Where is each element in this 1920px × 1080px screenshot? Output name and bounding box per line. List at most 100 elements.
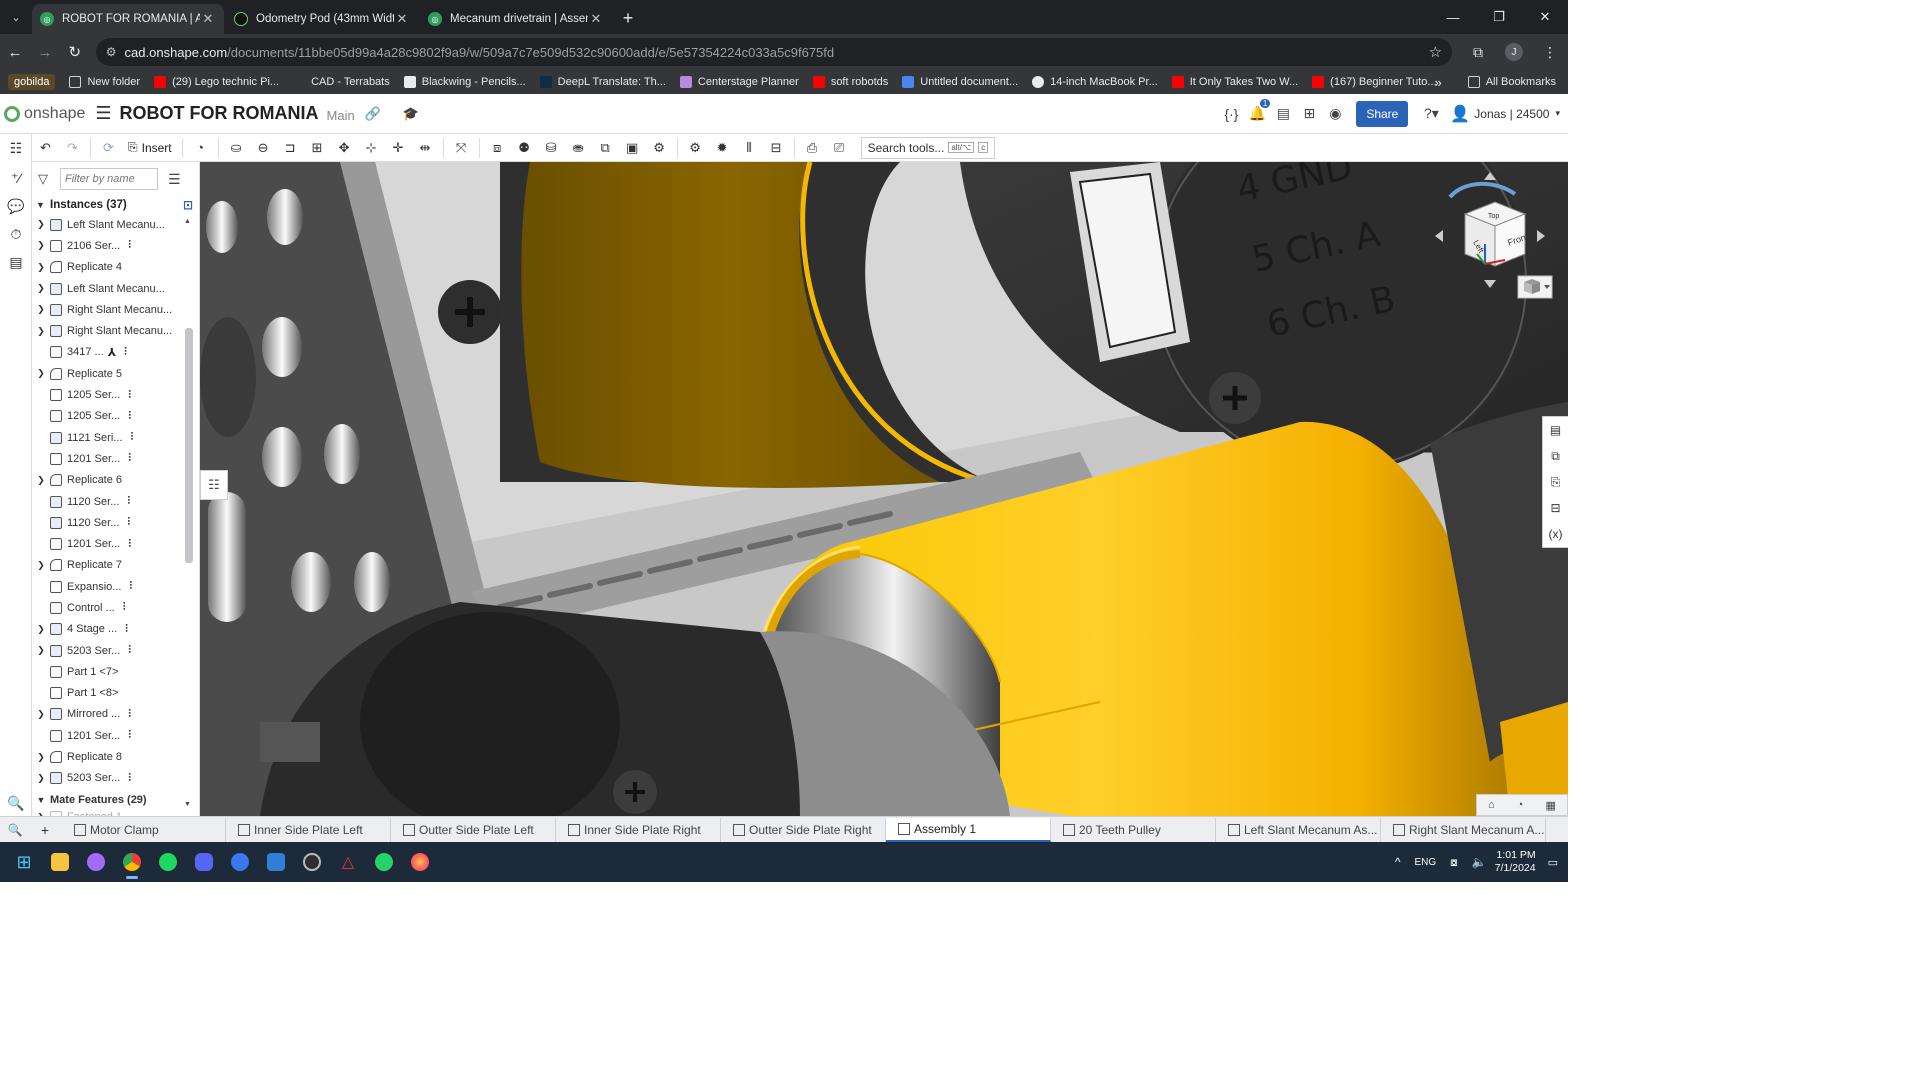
expand-chevron-icon[interactable]: ❯ — [32, 283, 50, 294]
linear-relation-icon[interactable]: ▣ — [619, 137, 646, 159]
measure-icon[interactable]: ▦ — [1546, 799, 1556, 812]
tree-row[interactable]: ❯ Left Slant Mecanu... — [32, 214, 184, 235]
rack-pinion-icon[interactable]: ⛂ — [565, 137, 592, 159]
close-icon[interactable]: ✕ — [394, 11, 410, 27]
tree-row[interactable]: 1120 Ser... ⫶ — [32, 491, 184, 512]
section-icon[interactable]: ◔ — [1517, 799, 1524, 811]
tree-row[interactable]: ❯ Replicate 8 — [32, 746, 184, 767]
tangent-mate-icon[interactable]: ⤧ — [448, 137, 475, 159]
search-tools-field[interactable]: Search tools... alt/⌥ c — [860, 136, 996, 159]
code-braces-icon[interactable]: {·} — [1218, 106, 1244, 122]
new-tab-button[interactable]: + — [614, 4, 642, 32]
expand-chevron-icon[interactable]: ❯ — [32, 262, 50, 273]
expand-chevron-icon[interactable]: ❯ — [32, 368, 50, 379]
browser-tab-mecanum-drivetrain[interactable]: ◎ Mecanum drivetrain | Assembly ✕ — [420, 4, 612, 34]
tree-row[interactable]: ❯ 4 Stage ... ⫶ — [32, 619, 184, 640]
app-store-icon[interactable]: ⊞ — [1296, 105, 1322, 122]
scroll-up-icon[interactable]: ▲ — [184, 218, 191, 225]
document-list-icon[interactable]: ▤ — [1270, 105, 1296, 122]
forward-button[interactable]: → — [30, 37, 60, 67]
obs-icon[interactable] — [294, 844, 330, 880]
linear-pattern-icon[interactable]: ⦀ — [736, 137, 763, 159]
messenger-icon[interactable] — [78, 844, 114, 880]
mate-connector-icon[interactable]: ⚉ — [511, 137, 538, 159]
spotify-icon[interactable] — [150, 844, 186, 880]
bookmark-item[interactable]: It Only Takes Two W... — [1171, 76, 1298, 88]
revolute-mate-icon[interactable]: ⊖ — [250, 137, 277, 159]
tree-row[interactable]: ❯ Mirrored ... ⫶ — [32, 704, 184, 725]
view-options-button[interactable] — [1517, 275, 1553, 299]
insert-button[interactable]: ⎘ Insert — [122, 140, 178, 155]
all-bookmarks-folder[interactable]: All Bookmarks — [1467, 76, 1556, 88]
expand-chevron-icon[interactable]: ❯ — [32, 304, 50, 315]
circular-pattern-icon[interactable]: ⊟ — [763, 137, 790, 159]
redo-icon[interactable]: ↷ — [59, 137, 86, 159]
tree-row[interactable]: 1201 Ser... ⫶ — [32, 448, 184, 469]
undo-icon[interactable]: ↶ — [32, 137, 59, 159]
autodesk-icon[interactable]: △ — [330, 844, 366, 880]
tree-row[interactable]: ❯ 2106 Ser... ⫶ — [32, 235, 184, 256]
expand-chevron-icon[interactable]: ❯ — [32, 240, 50, 251]
profile-avatar[interactable]: J — [1496, 37, 1532, 67]
list-view-icon[interactable]: ☰ — [168, 171, 181, 188]
tree-row[interactable]: Part 1 <8> — [32, 683, 184, 704]
bookmark-item[interactable]: CAD - Terrabats — [293, 76, 390, 88]
document-tab[interactable]: Inner Side Plate Right — [556, 817, 721, 842]
tree-row[interactable]: ❯ Right Slant Mecanu... — [32, 299, 184, 320]
minimize-icon[interactable]: — — [1430, 0, 1476, 34]
configurations-icon[interactable]: ⧉ — [1543, 443, 1568, 469]
list-flyout-button[interactable]: ☷ — [200, 470, 228, 500]
tree-row[interactable]: ❯ Replicate 6 — [32, 470, 184, 491]
mate-features-header[interactable]: ▼ Mate Features (29) — [32, 789, 184, 810]
chrome-icon[interactable] — [114, 844, 150, 880]
regenerate-icon[interactable]: ⟳ — [95, 137, 122, 159]
bookmark-item[interactable]: (167) Beginner Tuto... — [1312, 76, 1437, 88]
extensions-icon[interactable]: ⧉ — [1460, 37, 1496, 67]
bookmark-item[interactable]: soft robotds — [812, 76, 888, 88]
screw-relation-icon[interactable]: ⧉ — [592, 137, 619, 159]
search-zoom-icon[interactable]: 🔍 — [0, 789, 32, 817]
clock[interactable]: 1:01 PM 7/1/2024 — [1495, 849, 1536, 875]
url-field[interactable]: ⚙ cad.onshape.com /documents/11bbe05d99a… — [95, 38, 1453, 66]
tree-row[interactable]: Part 1 <7> — [32, 661, 184, 682]
group-icon[interactable]: ⧈ — [484, 137, 511, 159]
tree-row[interactable]: ❯ Left Slant Mecanu... — [32, 278, 184, 299]
named-views-icon[interactable]: ⌂ — [1488, 799, 1495, 811]
chevron-up-icon[interactable]: ^ — [1395, 855, 1401, 869]
tab-manager-icon[interactable]: 🔍 — [0, 823, 30, 837]
expand-chevron-icon[interactable]: ❯ — [32, 560, 50, 571]
language-indicator[interactable]: ENG — [1414, 857, 1436, 868]
close-window-icon[interactable]: ✕ — [1522, 0, 1568, 34]
cylindrical-mate-icon[interactable]: ✥ — [331, 137, 358, 159]
share-button[interactable]: Share — [1356, 100, 1409, 127]
appearance-panel-icon[interactable]: ▤ — [1543, 417, 1568, 443]
close-icon[interactable]: ✕ — [588, 11, 604, 27]
user-menu[interactable]: 👤 Jonas | 24500 ▾ — [1450, 104, 1560, 124]
planar-mate-icon[interactable]: ⊞ — [304, 137, 331, 159]
expand-chevron-icon[interactable]: ❯ — [32, 219, 50, 230]
graphics-viewport[interactable]: 4 GND 5 Ch. A 6 Ch. B Front Left Top ☷ ▤… — [200, 162, 1568, 816]
restore-icon[interactable]: ❐ — [1476, 0, 1522, 34]
explode-view-icon[interactable]: ⎚ — [826, 137, 853, 159]
add-tab-icon[interactable]: + — [30, 822, 60, 838]
filter-icon[interactable]: ▽ — [38, 171, 60, 187]
branch-label[interactable]: Main — [327, 108, 355, 123]
parallel-mate-icon[interactable]: ⇹ — [412, 137, 439, 159]
bookmark-star-icon[interactable]: ☆ — [1429, 43, 1442, 61]
width-relation-icon[interactable]: ⚙ — [646, 137, 673, 159]
scrollbar-thumb[interactable] — [185, 328, 193, 563]
document-tab[interactable]: Assembly 1 — [886, 817, 1051, 842]
tree-row[interactable]: Expansio... ⫶ — [32, 576, 184, 597]
learning-center-icon[interactable]: ◉ — [1322, 105, 1348, 122]
volume-icon[interactable]: 🔈 — [1472, 855, 1487, 869]
pin-slot-mate-icon[interactable]: ⊹ — [358, 137, 385, 159]
bookmark-item[interactable]: Blackwing - Pencils... — [403, 76, 526, 88]
tree-row[interactable]: ❯ Right Slant Mecanu... — [32, 320, 184, 341]
document-tab[interactable]: Right Slant Mecanum A... — [1381, 817, 1546, 842]
expand-chevron-icon[interactable]: ❯ — [32, 326, 50, 337]
section-view-icon[interactable]: ⎙ — [799, 137, 826, 159]
gear-icon[interactable]: ⚙ — [682, 137, 709, 159]
tree-row[interactable]: ❯ 5203 Ser... ⫶ — [32, 768, 184, 789]
file-explorer-icon[interactable] — [42, 844, 78, 880]
gear-relation-icon[interactable]: ⛁ — [538, 137, 565, 159]
